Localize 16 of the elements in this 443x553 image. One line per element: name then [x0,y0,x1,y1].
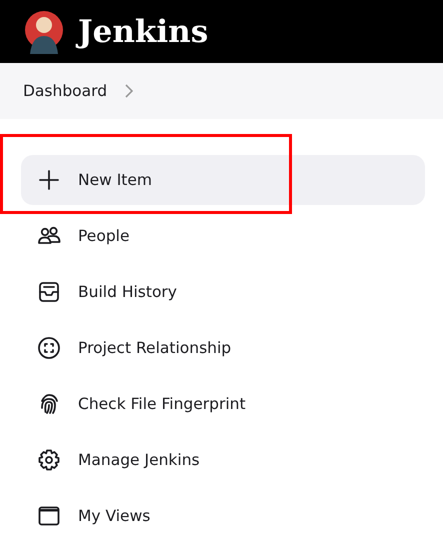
breadcrumb-link[interactable]: Dashboard [23,82,108,100]
sidebar-item[interactable]: People [21,211,425,261]
chevron-icon[interactable] [125,84,134,98]
app-title[interactable]: Jenkins [78,14,208,50]
sidebar-item[interactable]: Build History [21,267,425,317]
plus-icon [37,168,61,192]
sidebar-item[interactable]: Check File Fingerprint [21,379,425,429]
focus-icon [37,336,61,360]
sidebar-item[interactable]: Project Relationship [21,323,425,373]
sidebar-item[interactable]: New Item [21,155,425,205]
avatar-icon[interactable] [24,10,64,54]
settings-icon [37,448,61,472]
sidebar-item[interactable]: My Views [21,491,425,541]
inbox-icon [37,280,61,304]
sidebar-item[interactable]: Manage Jenkins [21,435,425,485]
window-icon [37,504,61,528]
